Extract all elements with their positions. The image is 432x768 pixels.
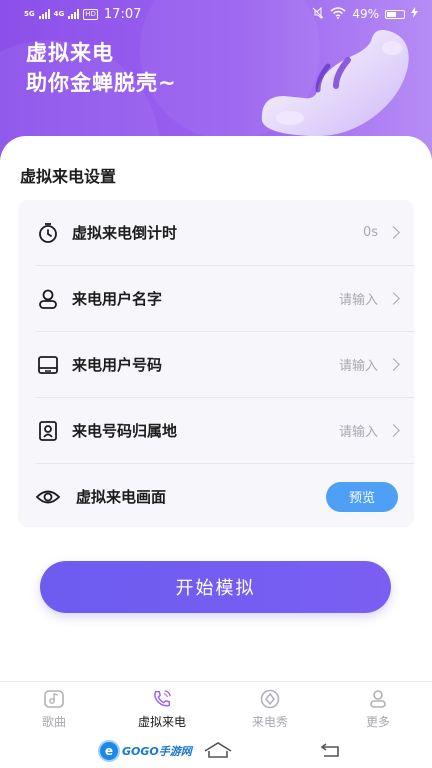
row-call-screen: 虚拟来电画面 预览 (18, 464, 414, 529)
row-value: 请输入 (338, 425, 378, 440)
row-countdown[interactable]: 虚拟来电倒计时 0s (18, 200, 414, 265)
watermark-badge: e (98, 740, 120, 762)
bottom-tab-bar: 歌曲 虚拟来电 来电秀 更多 (0, 681, 432, 733)
row-label: 来电用户名字 (72, 290, 163, 308)
user-icon (35, 286, 61, 312)
hero-line-2: 助你金蝉脱壳~ (26, 71, 177, 95)
eye-icon (35, 484, 61, 510)
location-icon (35, 418, 61, 444)
music-icon (43, 689, 65, 709)
watermark-text: GOGO手游网 (122, 745, 192, 758)
row-value: 请输入 (338, 359, 378, 374)
chevron-right-icon (387, 358, 400, 371)
signal-icon-2 (68, 9, 80, 19)
section-title: 虚拟来电设置 (20, 167, 117, 186)
tab-virtual-call[interactable]: 虚拟来电 (108, 682, 216, 733)
more-icon (367, 689, 389, 709)
system-nav-bar: e GOGO手游网 (0, 733, 432, 768)
hd-badge: HD (83, 8, 98, 20)
battery-percent: 49% (352, 7, 379, 21)
signal-icon (38, 9, 50, 19)
network-label-4g: 4G (53, 9, 65, 18)
network-label-5g: 5G (24, 9, 35, 18)
call-icon (151, 689, 173, 709)
battery-icon (385, 9, 405, 19)
preview-button[interactable]: 预览 (326, 481, 398, 512)
mute-icon (312, 6, 324, 22)
timer-icon (35, 220, 61, 246)
tab-label: 虚拟来电 (137, 715, 186, 729)
hero-headline: 虚拟来电 助你金蝉脱壳~ (26, 38, 177, 98)
phone-number-icon (35, 352, 61, 378)
row-label: 虚拟来电画面 (76, 488, 167, 506)
chevron-right-icon (387, 226, 400, 239)
tab-label: 歌曲 (41, 715, 66, 729)
status-time: 17:07 (103, 6, 142, 22)
start-simulation-button[interactable]: 开始模拟 (40, 561, 391, 613)
watermark-logo: e GOGO手游网 (98, 738, 192, 764)
status-bar: 5G 4G HD 17:07 49% (0, 0, 432, 28)
chevron-right-icon (387, 292, 400, 305)
row-label: 来电用户号码 (72, 356, 163, 374)
wifi-icon (330, 6, 346, 22)
row-label: 来电号码归属地 (72, 422, 178, 440)
back-icon[interactable] (318, 741, 342, 763)
tab-call-show[interactable]: 来电秀 (216, 682, 324, 733)
tab-songs[interactable]: 歌曲 (0, 682, 108, 733)
chevron-right-icon (387, 424, 400, 437)
phone-handset-illustration (252, 26, 422, 141)
charging-icon (411, 7, 418, 21)
tab-more[interactable]: 更多 (324, 682, 432, 733)
row-number-location[interactable]: 来电号码归属地 请输入 (18, 398, 414, 463)
row-caller-name[interactable]: 来电用户名字 请输入 (18, 266, 414, 331)
row-value: 请输入 (338, 293, 378, 308)
show-icon (259, 689, 281, 709)
row-value: 0s (362, 225, 378, 240)
settings-list: 虚拟来电倒计时 0s 来电用户名字 请输入 来电用户号码 请输入 来电号码归属地… (18, 200, 414, 527)
row-caller-number[interactable]: 来电用户号码 请输入 (18, 332, 414, 397)
hero-line-1: 虚拟来电 (26, 41, 114, 65)
row-label: 虚拟来电倒计时 (72, 224, 178, 242)
tab-label: 来电秀 (251, 715, 288, 729)
home-icon[interactable] (203, 741, 233, 763)
tab-label: 更多 (365, 715, 390, 729)
